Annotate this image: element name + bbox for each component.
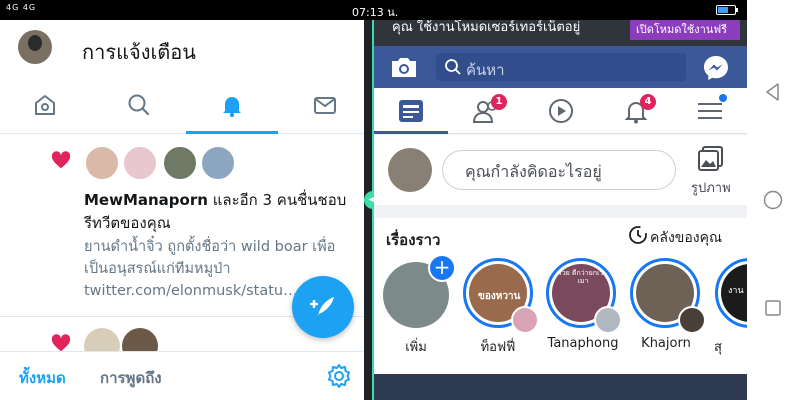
split-divider[interactable] [364, 20, 372, 400]
signal-indicator: 4G 4G [6, 3, 37, 12]
camera-icon[interactable] [390, 55, 418, 79]
home-icon [35, 95, 55, 115]
bell-icon [223, 97, 241, 118]
facebook-nav-bar: 1 4 [374, 88, 747, 134]
notification-text: MewManaporn และอีก 3 คนชื่นชอบรีทวีตของค… [84, 189, 354, 235]
filter-all[interactable]: ทั้งหมด [19, 366, 66, 390]
tab-messages[interactable] [310, 90, 340, 120]
page-title: การแจ้งเตือน [82, 40, 196, 64]
story-author-avatar [511, 306, 539, 334]
facebook-top-bar: ค้นหา [374, 46, 747, 88]
clock: 07:13 น. [352, 6, 399, 19]
story-name: Khajorn [641, 336, 691, 351]
search-placeholder: ค้นหา [466, 61, 505, 79]
home-circle-icon[interactable] [763, 190, 783, 210]
notification-user[interactable]: MewManaporn [84, 191, 208, 209]
watch-icon[interactable] [546, 97, 576, 125]
avatar[interactable] [200, 145, 236, 181]
active-tab-indicator [186, 131, 278, 134]
archive-link[interactable]: คลังของคุณ [650, 227, 722, 249]
stories-title: เรื่องราว [386, 231, 441, 249]
friend-requests-badge: 1 [491, 94, 507, 110]
gear-icon[interactable] [326, 363, 352, 389]
filter-mentions[interactable]: การพูดถึง [100, 366, 162, 390]
stories-section: เรื่องราว คลังของคุณ + เพิ่ม ของหวาน ท็อ… [374, 218, 747, 400]
facebook-app: คุณ ใช้งานโหมดเซอร์เทอร์เน็ตอยู่ เปิดโหม… [374, 20, 747, 400]
story-caption: รวย ดีกว่ายกเว้นเมา [557, 269, 609, 285]
story-name: Tanaphong [547, 336, 619, 351]
photo-icon[interactable] [697, 144, 725, 172]
story-author-avatar [594, 306, 622, 334]
system-nav-bar [747, 0, 800, 400]
messenger-icon[interactable] [702, 54, 730, 82]
split-screen: 4G 4G 07:13 น. การแจ้งเตือน MewManaporn … [0, 0, 800, 400]
twitter-header: การแจ้งเตือน [0, 20, 364, 78]
battery-tip [736, 8, 738, 12]
heart-icon [51, 151, 71, 169]
data-saver-banner: คุณ ใช้งานโหมดเซอร์เทอร์เน็ตอยู่ เปิดโหม… [374, 20, 747, 46]
profile-avatar[interactable] [18, 30, 52, 64]
story-author-avatar [678, 306, 706, 334]
search-icon [445, 59, 461, 75]
feather-plus-icon [310, 297, 334, 316]
story-caption: ของหวาน [478, 291, 521, 302]
active-tab-indicator [374, 131, 448, 134]
story-item[interactable]: งาน [715, 258, 747, 328]
clock-icon [629, 226, 647, 244]
news-feed-icon[interactable] [396, 97, 426, 125]
story-name: ท็อฟฟี่ [480, 340, 516, 355]
story-name: สุ [714, 340, 722, 355]
battery-icon [716, 5, 736, 15]
mail-icon [314, 97, 336, 114]
avatar[interactable] [84, 145, 120, 181]
status-input[interactable]: คุณกำลังคิดอะไรอยู่ [442, 150, 676, 190]
twitter-app: การแจ้งเตือน MewManaporn และอีก 3 คนชื่น… [0, 20, 364, 400]
twitter-tab-bar [0, 78, 364, 134]
menu-dot [719, 94, 727, 102]
feed-post-preview[interactable] [374, 374, 747, 400]
compose-tweet-button[interactable] [292, 276, 354, 338]
add-story-button[interactable]: + [428, 254, 456, 282]
tab-home[interactable] [30, 90, 60, 120]
avatar[interactable] [388, 148, 432, 192]
notification-filter-bar: ทั้งหมด การพูดถึง [0, 351, 364, 400]
story-caption: งาน [728, 286, 744, 296]
tab-search[interactable] [124, 90, 154, 120]
banner-text: คุณ ใช้งานโหมดเซอร์เทอร์เน็ตอยู่ [392, 20, 581, 35]
recents-icon[interactable] [763, 298, 783, 318]
tab-notifications[interactable] [217, 90, 247, 120]
back-icon[interactable] [763, 82, 783, 102]
status-composer: คุณกำลังคิดอะไรอยู่ รูปภาพ [374, 135, 747, 205]
story-name: เพิ่ม [405, 340, 427, 355]
photo-label[interactable]: รูปภาพ [691, 177, 731, 198]
avatar[interactable] [162, 145, 198, 181]
search-input[interactable]: ค้นหา [436, 53, 686, 81]
search-icon [128, 94, 150, 116]
notifications-badge: 4 [640, 94, 656, 110]
avatar[interactable] [122, 145, 158, 181]
free-mode-button[interactable]: เปิดโหมดใช้งานฟรี [630, 20, 740, 40]
status-bar: 4G 4G 07:13 น. [0, 0, 800, 20]
